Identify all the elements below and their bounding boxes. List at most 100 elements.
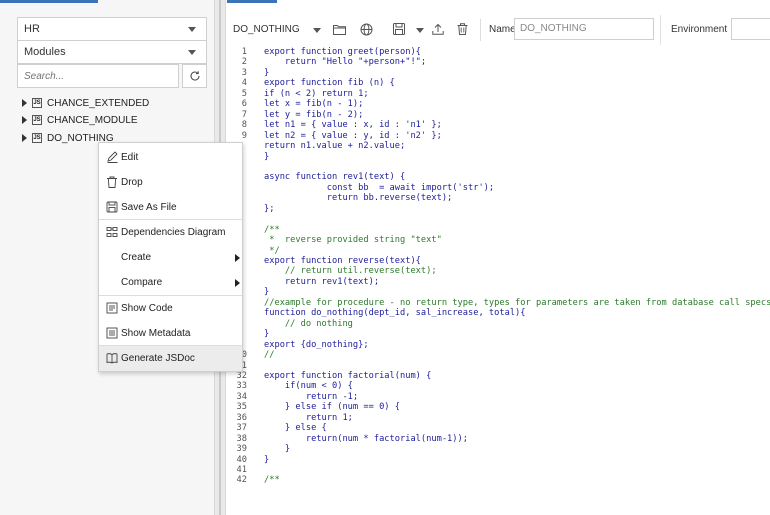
code-line[interactable]: // do nothing xyxy=(227,319,770,329)
edit-icon xyxy=(106,151,118,163)
context-menu: Edit Drop Save As File Dependencies Diagram… xyxy=(98,142,243,372)
code-line[interactable]: return n1.value + n2.value; xyxy=(227,141,770,151)
diagram-icon xyxy=(106,226,118,238)
code-line[interactable]: 36 return 1; xyxy=(227,413,770,423)
search-input[interactable] xyxy=(17,64,179,88)
chevron-down-icon[interactable] xyxy=(416,28,424,33)
tree-item-chance-extended[interactable]: JS CHANCE_EXTENDED xyxy=(22,95,149,111)
code-line[interactable]: 2 return "Hello "+person+"!"; xyxy=(227,57,770,67)
code-line[interactable]: function do_nothing(dept_id, sal_increas… xyxy=(227,308,770,318)
code-text: if(num < 0) { xyxy=(264,381,353,392)
editor-active-tab[interactable] xyxy=(227,0,277,3)
code-line[interactable]: 3} xyxy=(227,68,770,78)
chevron-down-icon[interactable] xyxy=(313,28,321,33)
line-number: 32 xyxy=(236,370,247,381)
code-line[interactable]: // return util.reverse(text); xyxy=(227,266,770,276)
submenu-arrow-icon xyxy=(235,279,240,287)
code-line[interactable]: return bb.reverse(text); xyxy=(227,193,770,203)
environment-field[interactable] xyxy=(731,18,770,40)
menu-item-save-as-file[interactable]: Save As File xyxy=(99,195,242,220)
code-line[interactable]: 32 export function factorial(num) { xyxy=(227,371,770,381)
code-text: */ xyxy=(264,245,280,256)
module-name-dropdown[interactable]: DO_NOTHING xyxy=(233,24,300,35)
line-number: 6 xyxy=(241,99,247,110)
name-field[interactable]: DO_NOTHING xyxy=(514,18,654,40)
code-line[interactable]: 30// xyxy=(227,350,770,360)
code-line[interactable]: 39 } xyxy=(227,444,770,454)
object-type-select[interactable]: Modules xyxy=(17,40,207,64)
code-text: return n1.value + n2.value; xyxy=(264,141,406,152)
editor-panel: DO_NOTHING Name DO_NOTHING Environment 1… xyxy=(227,0,770,515)
code-line[interactable]: 1 export function greet(person){ xyxy=(227,47,770,57)
trash-icon[interactable] xyxy=(454,21,470,37)
code-line[interactable]: 8 let n1 = { value : x, id : 'n1' }; xyxy=(227,120,770,130)
globe-icon[interactable] xyxy=(358,21,374,37)
menu-item-label: Save As File xyxy=(121,202,177,213)
code-text: export function greet(person){ xyxy=(264,47,421,57)
menu-item-show-metadata[interactable]: Show Metadata xyxy=(99,321,242,346)
expand-arrow-icon[interactable] xyxy=(22,116,27,124)
code-line[interactable]: export function reverse(text){ xyxy=(227,256,770,266)
code-text: * reverse provided string "text" xyxy=(264,235,442,246)
save-icon xyxy=(106,201,118,213)
code-line[interactable]: 31 xyxy=(227,361,770,371)
upload-icon[interactable] xyxy=(430,21,446,37)
code-line[interactable]: 34 return -1; xyxy=(227,392,770,402)
menu-item-label: Edit xyxy=(121,152,139,163)
code-text: /** xyxy=(264,475,280,486)
schema-select[interactable]: HR xyxy=(17,17,207,41)
code-line[interactable]: 40} xyxy=(227,455,770,465)
code-line[interactable]: export {do_nothing}; xyxy=(227,340,770,350)
menu-item-edit[interactable]: Edit xyxy=(99,145,242,170)
menu-item-generate-jsdoc[interactable]: Generate JSDoc xyxy=(99,346,242,371)
code-text: return rev1(text); xyxy=(264,276,380,287)
code-text: // return util.reverse(text); xyxy=(264,266,437,277)
code-line[interactable]: */ xyxy=(227,246,770,256)
navigator-active-tab[interactable] xyxy=(0,0,98,3)
code-line[interactable]: const bb = await import('str'); xyxy=(227,183,770,193)
code-text: } xyxy=(264,444,291,455)
code-editor[interactable]: 1 export function greet(person){2 return … xyxy=(227,45,770,515)
code-line[interactable]: 38 return(num * factorial(num-1)); xyxy=(227,434,770,444)
expand-arrow-icon[interactable] xyxy=(22,99,27,107)
code-line[interactable]: 7 let y = fib(n - 2); xyxy=(227,110,770,120)
code-line[interactable]: 35 } else if (num == 0) { xyxy=(227,402,770,412)
open-folder-icon[interactable] xyxy=(331,21,347,37)
menu-item-compare[interactable]: Compare xyxy=(99,270,242,295)
code-line[interactable]: } xyxy=(227,152,770,162)
code-line[interactable]: 33 if(num < 0) { xyxy=(227,381,770,391)
code-line[interactable] xyxy=(227,162,770,172)
code-line[interactable]: 5 if (n < 2) return 1; xyxy=(227,89,770,99)
menu-item-drop[interactable]: Drop xyxy=(99,170,242,195)
environment-label: Environment xyxy=(671,24,728,35)
save-icon[interactable] xyxy=(391,21,407,37)
code-line[interactable]: 6 let x = fib(n - 1); xyxy=(227,99,770,109)
submenu-arrow-icon xyxy=(235,254,240,262)
line-number: 42 xyxy=(236,475,247,486)
refresh-button[interactable] xyxy=(182,64,207,88)
code-line[interactable]: } xyxy=(227,329,770,339)
expand-arrow-icon[interactable] xyxy=(22,134,27,142)
menu-item-create[interactable]: Create xyxy=(99,245,242,270)
code-line[interactable]: return rev1(text); xyxy=(227,277,770,287)
tree-item-chance-module[interactable]: JS CHANCE_MODULE xyxy=(22,112,138,128)
code-line[interactable]: async function rev1(text) { xyxy=(227,172,770,182)
code-line[interactable]: //example for procedure - no return type… xyxy=(227,298,770,308)
menu-item-label: Generate JSDoc xyxy=(121,353,195,364)
code-line[interactable]: 41 xyxy=(227,465,770,475)
code-line[interactable]: }; xyxy=(227,204,770,214)
menu-item-show-code[interactable]: Show Code xyxy=(99,296,242,321)
code-line[interactable]: * reverse provided string "text" xyxy=(227,235,770,245)
code-line[interactable]: } xyxy=(227,287,770,297)
code-line[interactable]: 37 } else { xyxy=(227,423,770,433)
code-line[interactable]: 42 /** xyxy=(227,475,770,485)
toolbar-divider xyxy=(480,19,481,41)
code-line[interactable]: 4 export function fib (n) { xyxy=(227,78,770,88)
code-line[interactable] xyxy=(227,214,770,224)
line-number: 2 xyxy=(241,57,247,68)
code-line[interactable]: /** xyxy=(227,225,770,235)
chevron-down-icon xyxy=(188,50,196,55)
menu-item-dependencies-diagram[interactable]: Dependencies Diagram xyxy=(99,220,242,245)
code-line[interactable]: 9 let n2 = { value : y, id : 'n2' }; xyxy=(227,131,770,141)
code-text: } xyxy=(264,454,270,465)
